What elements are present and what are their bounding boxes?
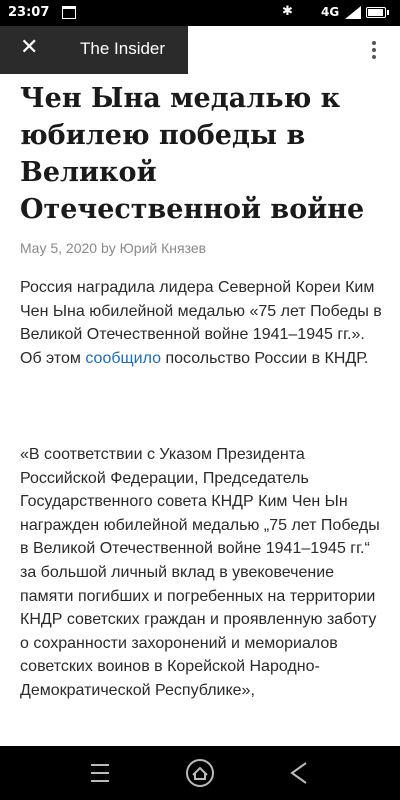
menu-icon[interactable] xyxy=(70,746,130,800)
article-paragraph: «В соответствии с Указом Президента Росс… xyxy=(20,446,380,699)
network-type: 4G xyxy=(321,5,340,19)
home-icon[interactable] xyxy=(170,746,230,800)
bluetooth-icon: ✱ xyxy=(282,4,293,19)
system-nav-bar xyxy=(0,746,400,800)
toolbar-title: The Insider xyxy=(80,39,166,58)
more-vert-icon[interactable] xyxy=(362,38,386,62)
status-bar: 23:07 ✱ 4G xyxy=(0,0,400,26)
article-author[interactable]: Юрий Князев xyxy=(120,240,206,256)
article-date: May 5, 2020 xyxy=(20,240,98,256)
article-paragraph: Россия наградила лидера Северной Кореи К… xyxy=(20,276,382,370)
paragraph-text: посольство России в КНДР. xyxy=(161,349,369,367)
signal-icon xyxy=(345,6,361,19)
browser-toolbar: ✕ The Insider xyxy=(0,26,188,74)
article-headline: Чен Ына медалью к юбилею победы в Велико… xyxy=(20,83,365,225)
battery-icon xyxy=(366,7,389,18)
calendar-icon xyxy=(62,6,76,19)
status-time: 23:07 xyxy=(8,5,50,20)
close-icon[interactable]: ✕ xyxy=(20,35,38,60)
article-meta: May 5, 2020 by Юрий Князев xyxy=(20,240,206,256)
source-link[interactable]: сообщило xyxy=(85,350,161,367)
article-by: by xyxy=(100,240,116,256)
back-icon[interactable] xyxy=(270,746,330,800)
